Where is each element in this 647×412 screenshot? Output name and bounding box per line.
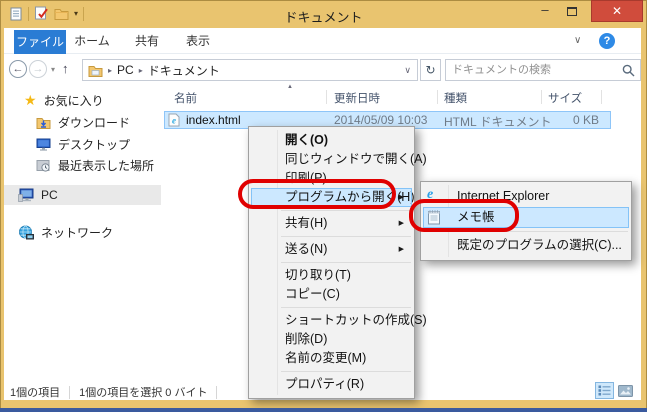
refresh-button[interactable]: ↻ [420, 59, 441, 81]
sidebar-favorites-label: お気に入り [44, 92, 104, 109]
close-button[interactable]: ✕ [591, 0, 643, 22]
back-button[interactable]: ← [9, 60, 27, 78]
pc-icon [18, 188, 34, 202]
menu-separator [281, 371, 411, 372]
menu-item-open[interactable]: 開く(O) [251, 131, 412, 150]
sidebar-item-network[interactable]: ネットワーク [18, 223, 113, 241]
star-icon: ★ [24, 93, 37, 107]
file-size: 0 KB [573, 113, 599, 127]
sort-ascending-icon: ▲ [287, 84, 293, 90]
downloads-folder-icon [36, 116, 51, 129]
breadcrumb-chevron-icon: ▸ [139, 66, 143, 75]
recent-locations-dropdown[interactable]: ▾ [51, 65, 55, 74]
search-box [445, 59, 641, 81]
thumbnail-view-icon [618, 385, 633, 397]
submenu-arrow-icon: ▶ [399, 214, 404, 233]
menu-item-copy[interactable]: コピー(C) [251, 285, 412, 304]
menu-item-print[interactable]: 印刷(P) [251, 169, 412, 188]
address-dropdown-chevron-icon[interactable]: ∨ [404, 65, 411, 76]
tab-home[interactable]: ホーム [66, 28, 118, 54]
breadcrumb-pc[interactable]: PC [117, 63, 134, 77]
column-divider[interactable] [601, 90, 602, 104]
ribbon-tab-row: ファイル ホーム 共有 表示 ∨ ? [4, 28, 641, 54]
breadcrumb-chevron-icon: ▸ [108, 66, 112, 75]
tab-view[interactable]: 表示 [172, 28, 224, 54]
submenu-arrow-icon: ▶ [399, 240, 404, 259]
column-divider[interactable] [437, 90, 438, 104]
notepad-icon [427, 209, 441, 232]
sidebar-downloads-label: ダウンロード [58, 114, 130, 131]
details-view-button[interactable] [595, 382, 614, 399]
context-menu: 開く(O) 同じウィンドウで開く(A) 印刷(P) プログラムから開く(H)▶ … [248, 126, 415, 399]
submenu-item-choose-default-program[interactable]: 既定のプログラムの選択(C)... [423, 235, 629, 256]
up-button[interactable]: ↑ [62, 61, 69, 76]
menu-separator [281, 262, 411, 263]
thumbnail-view-button[interactable] [616, 382, 635, 399]
help-button[interactable]: ? [599, 33, 615, 49]
menu-item-delete[interactable]: 削除(D) [251, 330, 412, 349]
sidebar-item-favorites[interactable]: ★ お気に入り [24, 91, 104, 109]
maximize-button[interactable] [561, 3, 583, 21]
file-modified: 2014/05/09 10:03 [334, 113, 427, 127]
minimize-button[interactable]: – [534, 3, 556, 21]
menu-separator [453, 231, 628, 232]
menu-item-create-shortcut[interactable]: ショートカットの作成(S) [251, 311, 412, 330]
menu-item-send-to[interactable]: 送る(N)▶ [251, 240, 412, 259]
sidebar-item-recent-places[interactable]: 最近表示した場所 [36, 156, 154, 174]
column-divider[interactable] [541, 90, 542, 104]
status-divider [69, 386, 70, 399]
status-divider [216, 386, 217, 399]
menu-separator [281, 236, 411, 237]
breadcrumb-documents[interactable]: ドキュメント [148, 62, 220, 79]
column-header-size[interactable]: サイズ [548, 90, 582, 106]
forward-button[interactable]: → [29, 60, 47, 78]
menu-separator [281, 210, 411, 211]
sidebar-recent-label: 最近表示した場所 [58, 157, 154, 174]
menu-separator [281, 307, 411, 308]
screen-edge-strip [0, 408, 647, 412]
tab-file[interactable]: ファイル [14, 30, 66, 54]
column-header-modified[interactable]: 更新日時 [334, 90, 380, 106]
sidebar-item-desktop[interactable]: デスクトップ [36, 135, 130, 153]
menu-item-rename[interactable]: 名前の変更(M) [251, 349, 412, 368]
menu-item-open-same-window[interactable]: 同じウィンドウで開く(A) [251, 150, 412, 169]
column-divider[interactable] [326, 90, 327, 104]
address-folder-icon [88, 64, 103, 77]
sidebar-desktop-label: デスクトップ [58, 136, 130, 153]
svg-text:e: e [172, 116, 176, 126]
sidebar-item-downloads[interactable]: ダウンロード [36, 113, 130, 131]
address-bar-row: ← → ▾ ↑ ▸ PC ▸ ドキュメント ∨ ↻ [4, 54, 641, 85]
column-header-name[interactable]: 名前 [174, 90, 197, 106]
html-file-icon: e [168, 113, 180, 130]
desktop-monitor-icon [36, 138, 51, 151]
search-input[interactable] [446, 60, 622, 80]
title-bar: ▾ ドキュメント – ✕ [0, 0, 647, 28]
submenu-item-internet-explorer[interactable]: e Internet Explorer [423, 186, 629, 207]
sidebar-item-pc[interactable]: PC [4, 185, 161, 205]
details-view-icon [598, 385, 611, 396]
status-item-count: 1個の項目 [10, 384, 60, 400]
menu-item-open-with[interactable]: プログラムから開く(H)▶ [251, 188, 412, 207]
file-type: HTML ドキュメント [444, 113, 552, 130]
search-icon [622, 64, 635, 82]
sidebar-pc-label: PC [41, 188, 58, 202]
open-with-submenu: e Internet Explorer メモ帳 既定のプログラムの選択(C)..… [420, 181, 632, 261]
menu-item-properties[interactable]: プロパティ(R) [251, 375, 412, 394]
maximize-icon [567, 7, 577, 16]
sidebar-network-label: ネットワーク [41, 224, 113, 241]
address-bar[interactable]: ▸ PC ▸ ドキュメント ∨ [82, 59, 418, 81]
tab-share[interactable]: 共有 [121, 28, 173, 54]
submenu-item-notepad[interactable]: メモ帳 [423, 207, 629, 228]
menu-item-cut[interactable]: 切り取り(T) [251, 266, 412, 285]
status-selection: 1個の項目を選択 0 バイト [79, 384, 207, 400]
file-name: index.html [186, 113, 241, 127]
ribbon-expand-chevron-icon[interactable]: ∨ [574, 35, 581, 46]
menu-item-share[interactable]: 共有(H)▶ [251, 214, 412, 233]
explorer-window: ▾ ドキュメント – ✕ ファイル ホーム 共有 表示 ∨ ? ← → ▾ ↑ … [0, 0, 647, 412]
column-header-type[interactable]: 種類 [444, 90, 467, 106]
recent-places-icon [36, 159, 51, 172]
network-globe-icon [18, 225, 34, 240]
internet-explorer-icon: e [427, 188, 433, 202]
submenu-arrow-icon: ▶ [399, 188, 404, 207]
